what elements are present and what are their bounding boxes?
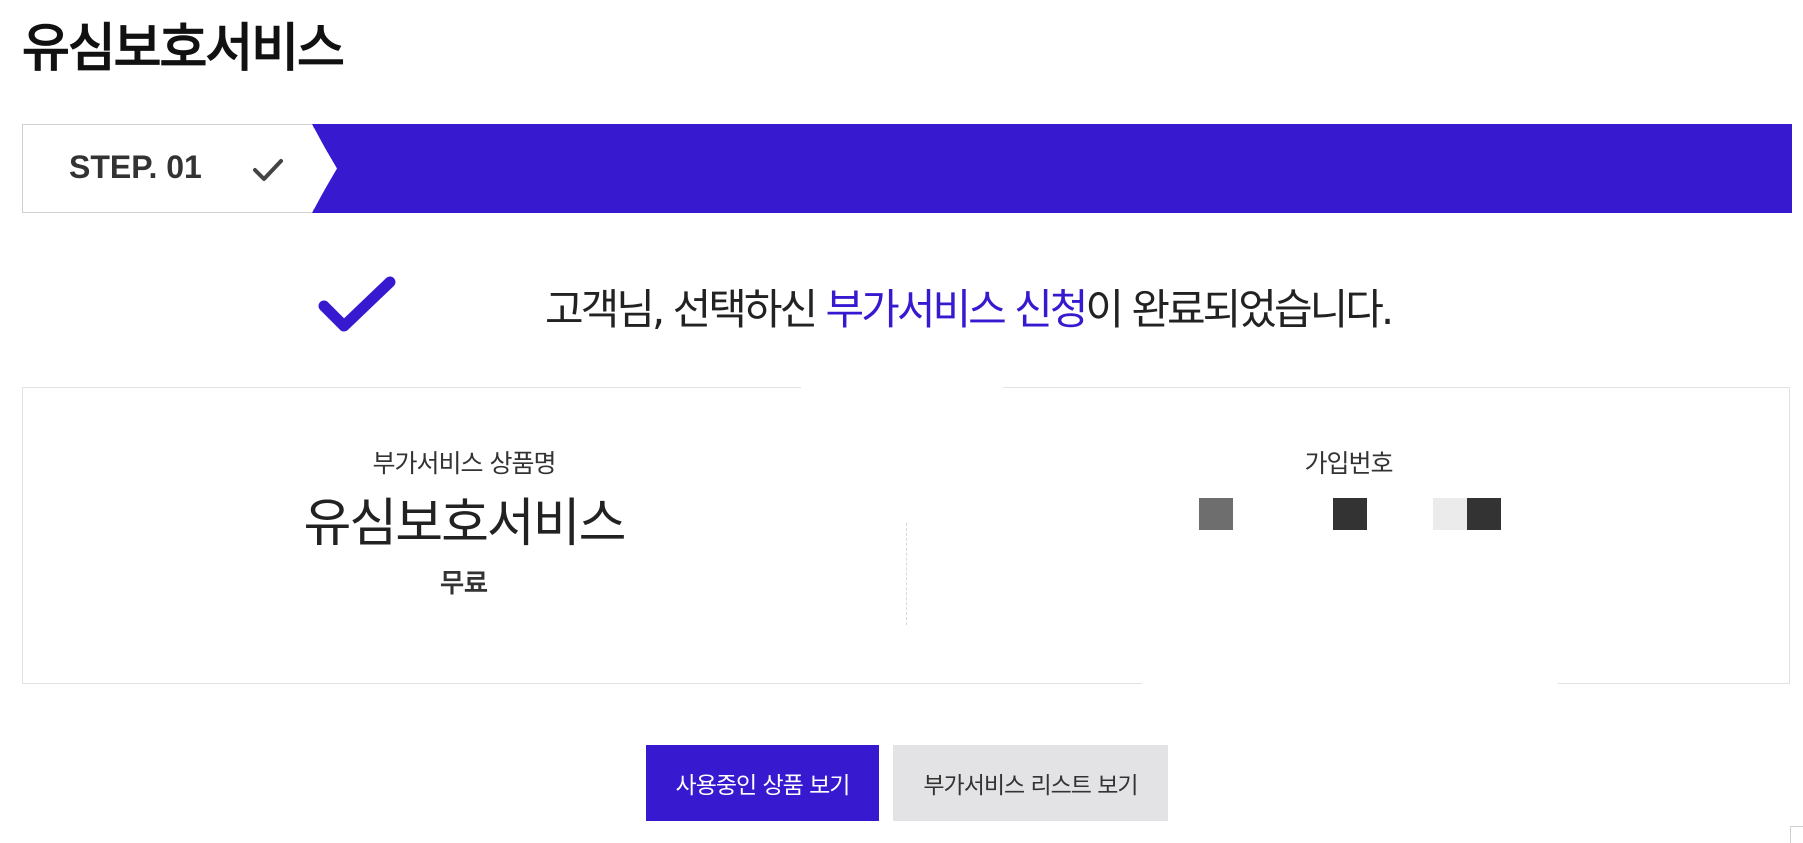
masked-digit-block xyxy=(1199,498,1233,530)
page-title: 유심보호서비스 xyxy=(22,19,345,79)
step-2-label: STEP. 02 xyxy=(379,24,512,60)
step-1-label: STEP. 01 xyxy=(69,149,202,185)
view-addon-list-button[interactable]: 부가서비스 리스트 보기 xyxy=(893,745,1168,821)
product-label: 부가서비스 상품명 xyxy=(372,449,557,478)
completion-message: 고객님, 선택하신 부가서비스 신청이 완료되었습니다. xyxy=(545,276,1394,337)
masked-digit-block xyxy=(1433,498,1467,530)
product-price: 무료 xyxy=(440,569,488,600)
step-2-status: 완료 xyxy=(532,33,579,62)
subscription-number-masked xyxy=(907,498,1790,538)
check-icon xyxy=(253,159,283,181)
completion-message-suffix: 이 완료되었습니다. xyxy=(1085,285,1394,334)
completion-message-prefix: 고객님, 선택하신 xyxy=(545,285,826,334)
subscription-number-info: 가입번호 xyxy=(907,444,1790,538)
card-divider xyxy=(906,523,907,625)
step-2 xyxy=(312,124,1792,213)
check-icon xyxy=(318,276,396,332)
step-progress-bar: STEP. 01 xyxy=(22,124,1792,213)
step-1: STEP. 01 xyxy=(22,124,314,213)
product-info: 부가서비스 상품명 유심보호서비스 무료 xyxy=(22,444,906,600)
product-name: 유심보호서비스 xyxy=(303,494,627,554)
subscription-number-label: 가입번호 xyxy=(1304,449,1393,478)
completion-message-highlight: 부가서비스 신청 xyxy=(825,285,1089,334)
masked-digit-block xyxy=(1467,498,1501,530)
view-products-in-use-button[interactable]: 사용중인 상품 보기 xyxy=(646,745,879,821)
masked-digit-block xyxy=(1333,498,1367,530)
